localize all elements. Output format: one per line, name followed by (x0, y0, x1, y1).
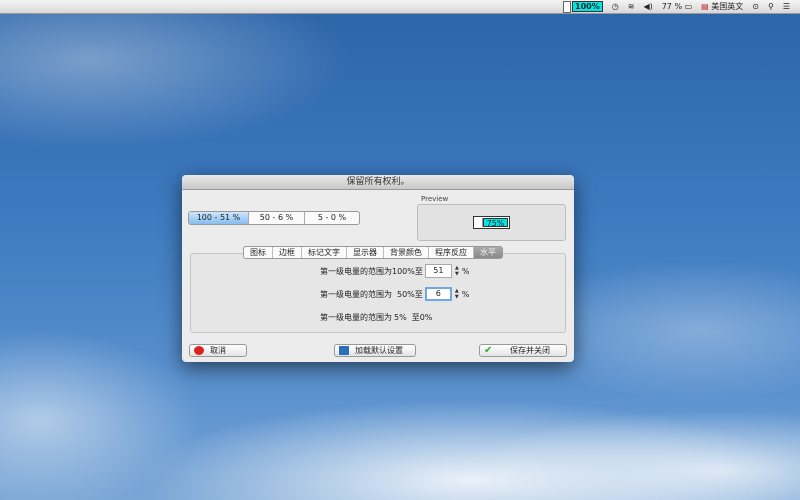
level3-to: 至0% (411, 313, 433, 322)
tab-app-response[interactable]: 程序反应 (429, 247, 474, 258)
level2-stepper[interactable]: ▲ ▼ (454, 288, 460, 300)
save-close-label: 保存并关闭 (510, 346, 550, 355)
range-segment-100-51[interactable]: 100 - 51 % (189, 212, 249, 224)
tab-bar: 图标 边框 标记文字 显示器 背景颜色 程序反应 水平 (243, 246, 503, 259)
level2-label: 第一级电量的范围为 (320, 289, 392, 299)
preview-battery-text: 75% (483, 218, 508, 228)
tab-level[interactable]: 水平 (474, 247, 502, 258)
preview-box: 75% (417, 204, 566, 241)
level2-input[interactable]: 6 (424, 287, 452, 301)
level2-unit: % (461, 289, 470, 299)
cancel-icon (194, 346, 204, 355)
menu-bar: 100% ◷ ≋ ◀) 77 % ▭ ▤ 美国英文 ⊙ ⚲ ☰ (0, 0, 800, 14)
input-source[interactable]: ▤ 美国英文 (701, 1, 743, 12)
tab-label-text[interactable]: 标记文字 (302, 247, 347, 258)
battery-menu-item[interactable]: 100% (563, 0, 603, 13)
time-machine-icon[interactable]: ◷ (612, 2, 619, 11)
tab-background-color[interactable]: 背景颜色 (384, 247, 429, 258)
level2-from: 50%至 (397, 289, 423, 299)
load-defaults-button[interactable]: 加载默认设置 (334, 344, 416, 357)
battery-status[interactable]: 77 % ▭ (662, 2, 692, 11)
level3-from: 5% (394, 313, 407, 322)
checkmark-icon: ✔ (484, 345, 493, 356)
range-segmented-control: 100 - 51 % 50 - 6 % 5 - 0 % (188, 211, 360, 225)
tab-icon[interactable]: 图标 (244, 247, 273, 258)
load-defaults-label: 加载默认设置 (355, 346, 403, 355)
level3-label: 第一级电量的范围为 (320, 313, 392, 322)
level1-label: 第一级电量的范围为100%至 (320, 266, 423, 276)
preview-battery-icon: 75% (473, 216, 510, 229)
range-segment-5-0[interactable]: 5 - 0 % (305, 212, 359, 224)
level2-row: 第一级电量的范围为 50%至 6 ▲ ▼ % (320, 287, 469, 301)
settings-dialog: 保留所有权利。 100 - 51 % 50 - 6 % 5 - 0 % Prev… (182, 175, 574, 362)
save-close-button[interactable]: ✔ 保存并关闭 (479, 344, 567, 357)
flag-icon: ▤ (701, 2, 709, 11)
clock-icon[interactable]: ⊙ (752, 2, 759, 11)
cancel-button[interactable]: 取消 (189, 344, 247, 357)
tab-border[interactable]: 边框 (273, 247, 302, 258)
level1-row: 第一级电量的范围为100%至 51 ▲ ▼ % (320, 264, 469, 278)
range-segment-50-6[interactable]: 50 - 6 % (249, 212, 305, 224)
battery-icon (563, 0, 572, 13)
wifi-icon[interactable]: ≋ (628, 2, 635, 11)
dialog-title: 保留所有权利。 (182, 175, 574, 190)
list-menu-icon[interactable]: ☰ (783, 2, 790, 11)
cancel-label: 取消 (210, 346, 226, 355)
spotlight-search-icon[interactable]: ⚲ (768, 2, 774, 11)
preview-label: Preview (421, 195, 449, 203)
volume-icon[interactable]: ◀) (643, 2, 652, 11)
level1-input[interactable]: 51 (424, 264, 452, 278)
level3-row: 第一级电量的范围为 5% 至0% (320, 312, 432, 323)
monitor-icon (339, 346, 349, 355)
level1-unit: % (461, 266, 470, 276)
battery-percent: 100% (572, 1, 603, 12)
tab-display[interactable]: 显示器 (347, 247, 384, 258)
level1-stepper[interactable]: ▲ ▼ (454, 265, 460, 277)
